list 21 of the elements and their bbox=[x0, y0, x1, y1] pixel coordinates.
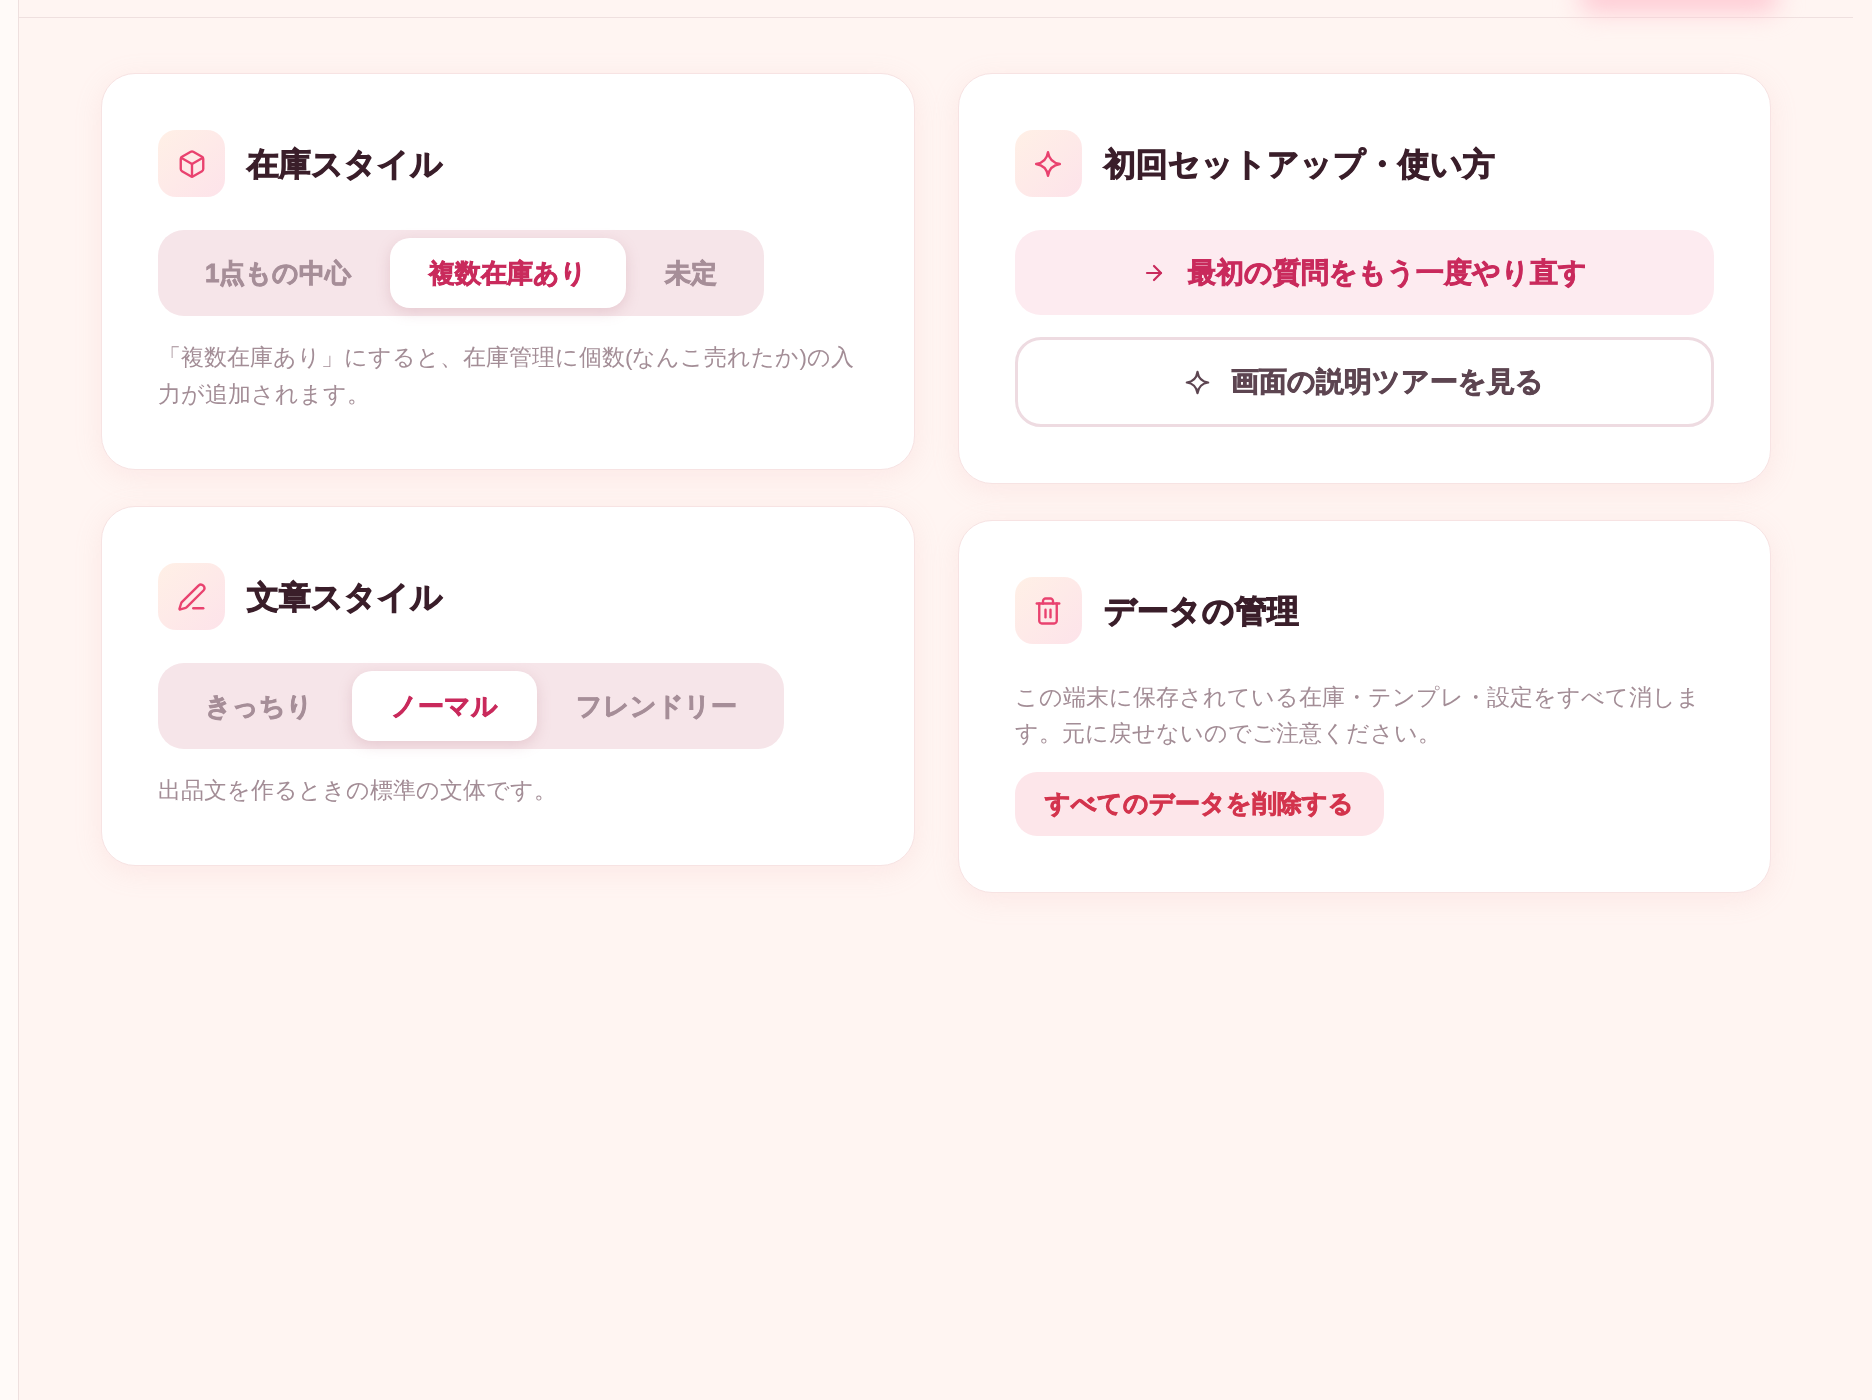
delete-data-button[interactable]: すべてのデータを削除する bbox=[1014, 772, 1384, 836]
card-title: 初回セットアップ・使い方 bbox=[1103, 144, 1495, 184]
segment-option[interactable]: 複数在庫あり bbox=[390, 238, 627, 308]
card-description: 出品文を作るときの標準の文体です。 bbox=[158, 777, 558, 805]
segment-option[interactable]: 1点もの中心 bbox=[166, 238, 391, 308]
card-description: この端末に保存されている在庫・テンプレ・設定をすべて消します。元に戻せないのでご注意ください。 bbox=[1014, 684, 1701, 748]
segment-option[interactable]: きっちり bbox=[166, 671, 352, 741]
cube-icon bbox=[158, 130, 225, 197]
card-title: データの管理 bbox=[1103, 591, 1299, 631]
card-description: 「複数在庫あり」にすると、在庫管理に個数(なんこ売れたか)の入力が追加されます。 bbox=[158, 344, 855, 409]
sparkle-icon bbox=[1184, 368, 1212, 396]
segment-option[interactable]: フレンドリー bbox=[537, 671, 776, 741]
segment-option[interactable]: ノーマル bbox=[352, 671, 537, 741]
card-title: 文章スタイル bbox=[247, 577, 443, 617]
trash-icon bbox=[1014, 577, 1082, 644]
tour-button[interactable]: 画面の説明ツアーを見る bbox=[1014, 337, 1714, 427]
pencil-icon bbox=[158, 563, 225, 630]
segment-option[interactable]: 未定 bbox=[626, 238, 757, 308]
sparkle-icon bbox=[1014, 130, 1082, 197]
card-title: 在庫スタイル bbox=[247, 144, 443, 184]
restart-button[interactable]: 最初の質問をもう一度やり直す bbox=[1014, 230, 1714, 315]
